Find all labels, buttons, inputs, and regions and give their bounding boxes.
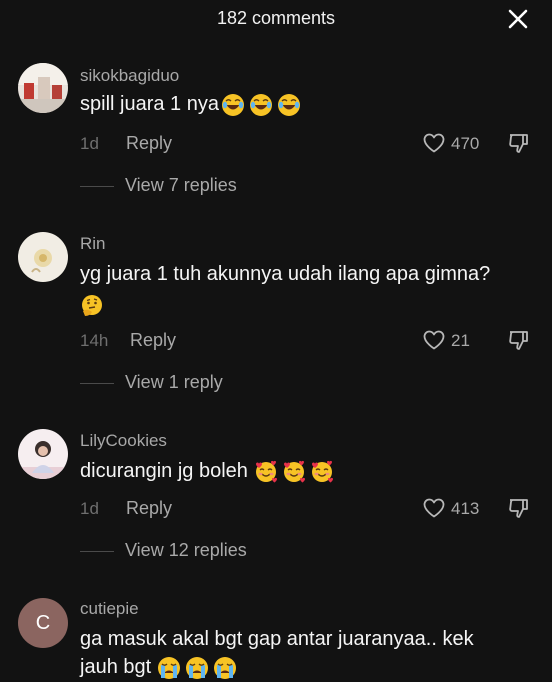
- comment-username[interactable]: Rin: [80, 234, 106, 254]
- like-count: 413: [451, 499, 480, 518]
- loudly-crying-emoji: [213, 656, 237, 680]
- comment-body-line1: ga masuk akal bgt gap antar juaranyaa.. …: [80, 628, 474, 650]
- divider-line: [80, 383, 114, 384]
- heart-icon: [423, 133, 445, 153]
- comment-body: yg juara 1 tuh akunnya udah ilang apa gi…: [80, 263, 491, 285]
- comment-body-line2: jauh bgt: [80, 656, 152, 678]
- reply-button[interactable]: Reply: [130, 330, 176, 351]
- comment-username[interactable]: sikokbagiduo: [80, 66, 179, 86]
- dislike-icon[interactable]: [507, 132, 529, 154]
- close-icon: [508, 9, 528, 29]
- dislike-icon[interactable]: [507, 329, 529, 351]
- like-count: 21: [451, 331, 470, 350]
- laughing-tears-emoji: [249, 93, 273, 117]
- avatar[interactable]: [18, 63, 68, 113]
- comments-count-title: 182 comments: [216, 8, 336, 28]
- like-count: 470: [451, 134, 480, 153]
- heart-icon: [423, 330, 445, 350]
- comment-text: dicurangin jg boleh: [80, 456, 535, 487]
- smiling-face-with-hearts-emoji: [310, 460, 334, 484]
- view-replies-label: View 7 replies: [125, 175, 237, 195]
- comment-timestamp: 1d: [80, 134, 99, 153]
- comment-text: ga masuk akal bgt gap antar juaranyaa.. …: [80, 625, 535, 682]
- close-button[interactable]: [505, 6, 531, 32]
- comment-username[interactable]: LilyCookies: [80, 431, 167, 451]
- comment-body: spill juara 1 nya: [80, 93, 219, 115]
- reply-button[interactable]: Reply: [126, 133, 172, 154]
- dislike-icon[interactable]: [507, 497, 529, 519]
- laughing-tears-emoji: [221, 93, 245, 117]
- loudly-crying-emoji: [157, 656, 181, 680]
- comment-timestamp: 1d: [80, 499, 99, 518]
- comment-body: dicurangin jg boleh: [80, 460, 248, 482]
- comments-header: 182 comments: [0, 0, 552, 38]
- thinking-face-emoji: [80, 294, 104, 318]
- comment-text: yg juara 1 tuh akunnya udah ilang apa gi…: [80, 259, 535, 321]
- divider-line: [80, 186, 114, 187]
- view-replies-label: View 12 replies: [125, 540, 247, 560]
- heart-icon: [423, 498, 445, 518]
- avatar[interactable]: [18, 429, 68, 479]
- avatar-letter: C: [35, 611, 51, 634]
- reply-button[interactable]: Reply: [126, 498, 172, 519]
- comment-timestamp: 14h: [80, 331, 109, 350]
- loudly-crying-emoji: [185, 656, 209, 680]
- avatar[interactable]: C: [18, 598, 68, 648]
- comment-text: spill juara 1 nya: [80, 89, 535, 120]
- avatar[interactable]: [18, 232, 68, 282]
- smiling-face-with-hearts-emoji: [282, 460, 306, 484]
- laughing-tears-emoji: [277, 93, 301, 117]
- smiling-face-with-hearts-emoji: [254, 460, 278, 484]
- comment-username[interactable]: cutiepie: [80, 599, 139, 619]
- view-replies-label: View 1 reply: [125, 372, 223, 392]
- divider-line: [80, 551, 114, 552]
